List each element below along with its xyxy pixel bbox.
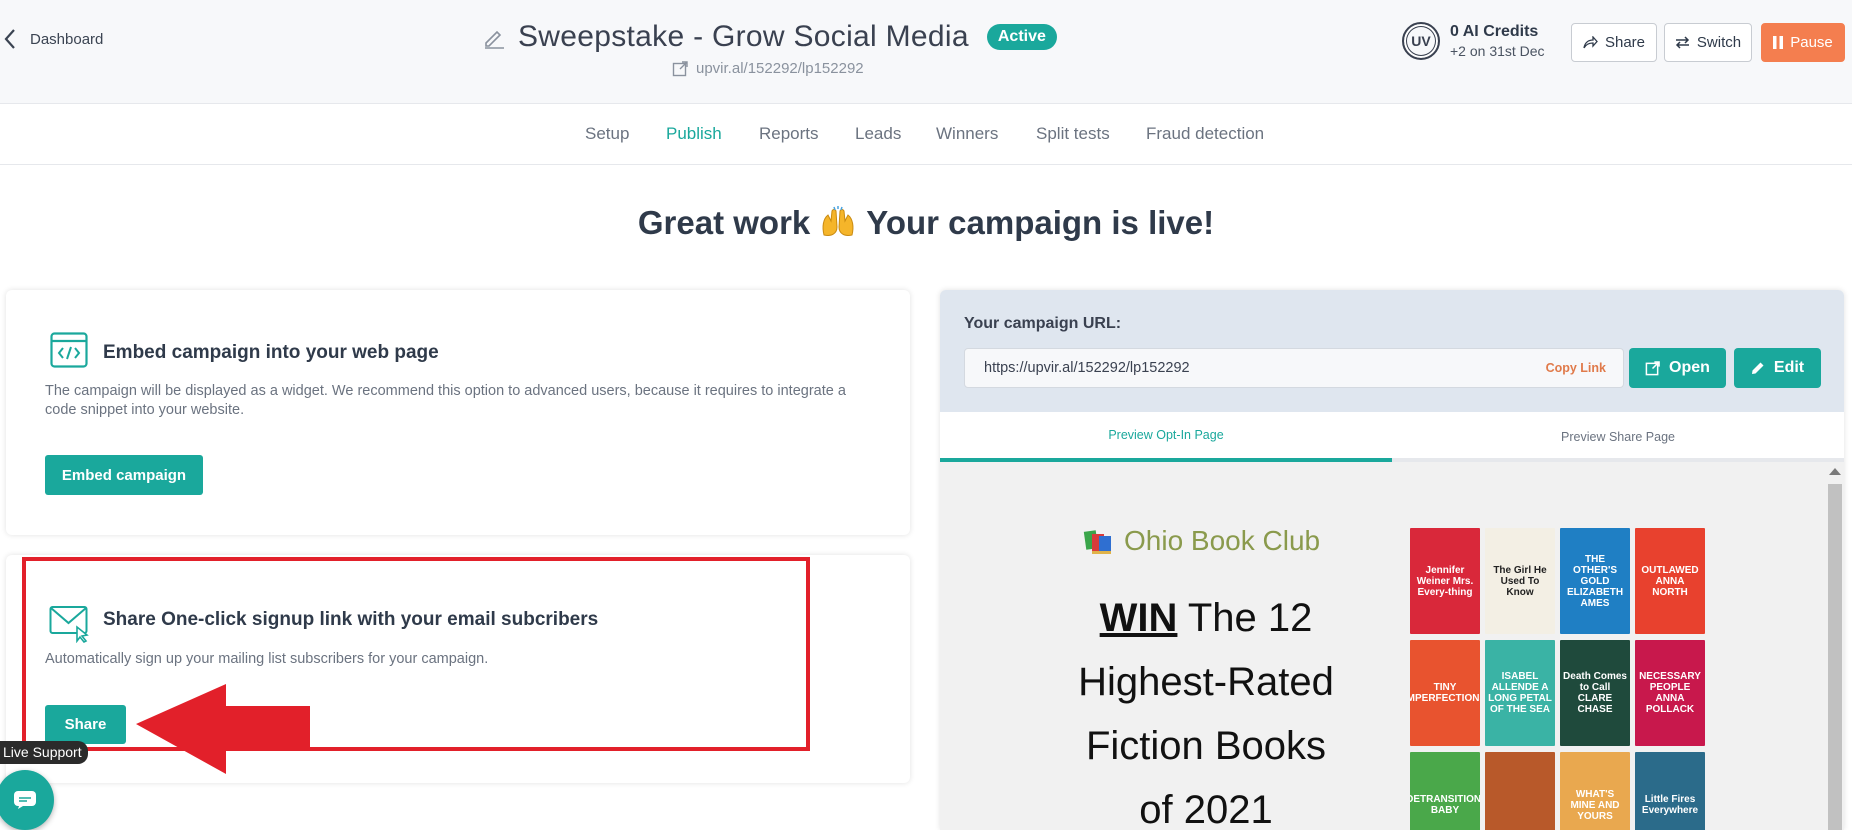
hero-text-end: Your campaign is live! — [866, 204, 1215, 241]
edit-pencil-icon[interactable] — [482, 25, 506, 49]
ai-credits-title: 0 AI Credits — [1450, 23, 1539, 40]
book-cover: Little Fires Everywhere — [1635, 752, 1705, 830]
book-cover: OUTLAWED ANNA NORTH — [1635, 528, 1705, 634]
share-link-button[interactable]: Share — [45, 705, 126, 744]
share-card-description: Automatically sign up your mailing list … — [45, 651, 489, 667]
copy-link-button[interactable]: Copy Link — [1546, 361, 1606, 375]
tab-split-tests[interactable]: Split tests — [1036, 124, 1110, 144]
scroll-up-arrow-icon[interactable] — [1829, 468, 1841, 475]
book-cover: The Girl He Used To Know — [1485, 528, 1555, 634]
campaign-title-row: Sweepstake - Grow Social Media Active — [482, 20, 1057, 54]
tab-preview-opt-in[interactable]: Preview Opt-In Page — [940, 412, 1392, 462]
switch-arrows-icon — [1675, 36, 1689, 49]
embed-card-description-2: code snippet into your website. — [45, 402, 245, 418]
book-cover: NECESSARY PEOPLE ANNA POLLACK — [1635, 640, 1705, 746]
share-card-title: Share One-click signup link with your em… — [103, 609, 599, 630]
ai-credits: UV 0 AI Credits +2 on 31st Dec — [1402, 22, 1545, 60]
campaign-url-field[interactable]: https://upvir.al/152292/lp152292 Copy Li… — [964, 348, 1624, 388]
book-covers-grid: Jennifer Weiner Mrs. Every-thing The Girl… — [1410, 528, 1705, 830]
live-support-label[interactable]: Live Support — [0, 741, 88, 764]
tab-setup[interactable]: Setup — [585, 124, 629, 144]
tab-leads[interactable]: Leads — [855, 124, 901, 144]
pause-button[interactable]: Pause — [1761, 23, 1845, 62]
tab-reports[interactable]: Reports — [759, 124, 819, 144]
club-name: Ohio Book Club — [1124, 525, 1321, 556]
preview-scrollbar[interactable] — [1824, 462, 1844, 830]
tab-publish[interactable]: Publish — [666, 124, 722, 144]
scrollbar-thumb[interactable] — [1828, 484, 1842, 830]
chevron-left-icon — [4, 29, 15, 49]
campaign-title: Sweepstake - Grow Social Media — [518, 20, 969, 53]
campaign-short-url[interactable]: upvir.al/152292/lp152292 — [672, 60, 864, 77]
book-cover — [1485, 752, 1555, 830]
campaign-tabs: Setup Publish Reports Leads Winners Spli… — [0, 104, 1852, 165]
switch-label: Switch — [1696, 34, 1742, 51]
book-cover: Jennifer Weiner Mrs. Every-thing — [1410, 528, 1480, 634]
book-cover: Death Comes to Call CLARE CHASE — [1560, 640, 1630, 746]
tab-fraud-detection[interactable]: Fraud detection — [1146, 124, 1264, 144]
external-link-icon — [1645, 360, 1660, 375]
share-label: Share — [1604, 34, 1646, 51]
share-arrow-icon — [1583, 36, 1598, 49]
pause-icon — [1773, 36, 1784, 49]
back-to-dashboard-link[interactable]: Dashboard — [4, 28, 103, 50]
book-cover: WHAT'S MINE AND YOURS — [1560, 752, 1630, 830]
campaign-url-panel: Your campaign URL: https://upvir.al/1522… — [940, 290, 1844, 830]
headline-line3: Fiction Books — [1085, 724, 1327, 768]
book-cover: DETRANSITION, BABY — [1410, 752, 1480, 830]
email-envelope-icon — [49, 606, 89, 643]
chat-bubble-icon — [14, 791, 36, 809]
open-label: Open — [1669, 359, 1710, 376]
headline-line1: The 12 — [1187, 596, 1313, 640]
status-badge: Active — [986, 24, 1057, 50]
code-window-icon — [50, 332, 88, 368]
hero-text-start: Great work — [637, 204, 811, 241]
book-cover: THE OTHER'S GOLD ELIZABETH AMES — [1560, 528, 1630, 634]
back-label: Dashboard — [30, 30, 104, 48]
ai-credits-note: +2 on 31st Dec — [1450, 43, 1545, 59]
edit-page-button[interactable]: Edit — [1734, 348, 1821, 388]
embed-campaign-button[interactable]: Embed campaign — [45, 455, 203, 495]
book-cover: TINY IMPERFECTIONS — [1410, 640, 1480, 746]
avatar[interactable]: UV — [1402, 22, 1440, 60]
embed-card-description-1: The campaign will be displayed as a widg… — [45, 383, 846, 399]
embed-card-title: Embed campaign into your web page — [103, 342, 439, 363]
headline-line2: Highest-Rated — [1078, 660, 1334, 704]
campaign-header: Dashboard Sweepstake - Grow Social Media… — [0, 0, 1852, 104]
tab-winners[interactable]: Winners — [936, 124, 998, 144]
success-heading: Great work Your campaign is live! — [0, 204, 1852, 242]
campaign-url-section: Your campaign URL: https://upvir.al/1522… — [940, 290, 1844, 412]
pencil-icon — [1751, 362, 1764, 374]
club-heading: Ohio Book Club — [1082, 525, 1320, 557]
switch-button[interactable]: Switch — [1664, 23, 1752, 62]
preview-tabs: Preview Opt-In Page Preview Share Page — [940, 412, 1844, 462]
win-word: WIN — [1099, 596, 1178, 640]
giveaway-headline: WIN The 12 Highest-Rated Fiction Books o… — [1040, 586, 1372, 830]
tab-preview-share[interactable]: Preview Share Page — [1392, 412, 1844, 462]
campaign-url-label: Your campaign URL: — [964, 315, 1122, 332]
raising-hands-icon — [822, 206, 854, 236]
campaign-url-value: https://upvir.al/152292/lp152292 — [984, 360, 1190, 376]
open-url-button[interactable]: Open — [1629, 348, 1726, 388]
books-icon — [1083, 530, 1111, 554]
book-cover: ISABEL ALLENDE A LONG PETAL OF THE SEA — [1485, 640, 1555, 746]
share-button[interactable]: Share — [1571, 23, 1657, 62]
external-link-icon — [672, 60, 688, 76]
headline-line4: of 2021 — [1139, 788, 1273, 830]
short-url-text: upvir.al/152292/lp152292 — [696, 60, 864, 77]
opt-in-page-preview: Ohio Book Club WIN The 12 Highest-Rated … — [940, 462, 1824, 830]
embed-campaign-card: Embed campaign into your web page The ca… — [6, 290, 910, 535]
edit-label: Edit — [1773, 359, 1805, 376]
share-signup-link-card: Share One-click signup link with your em… — [6, 555, 910, 783]
live-chat-button[interactable] — [0, 770, 54, 830]
pause-label: Pause — [1790, 34, 1833, 51]
